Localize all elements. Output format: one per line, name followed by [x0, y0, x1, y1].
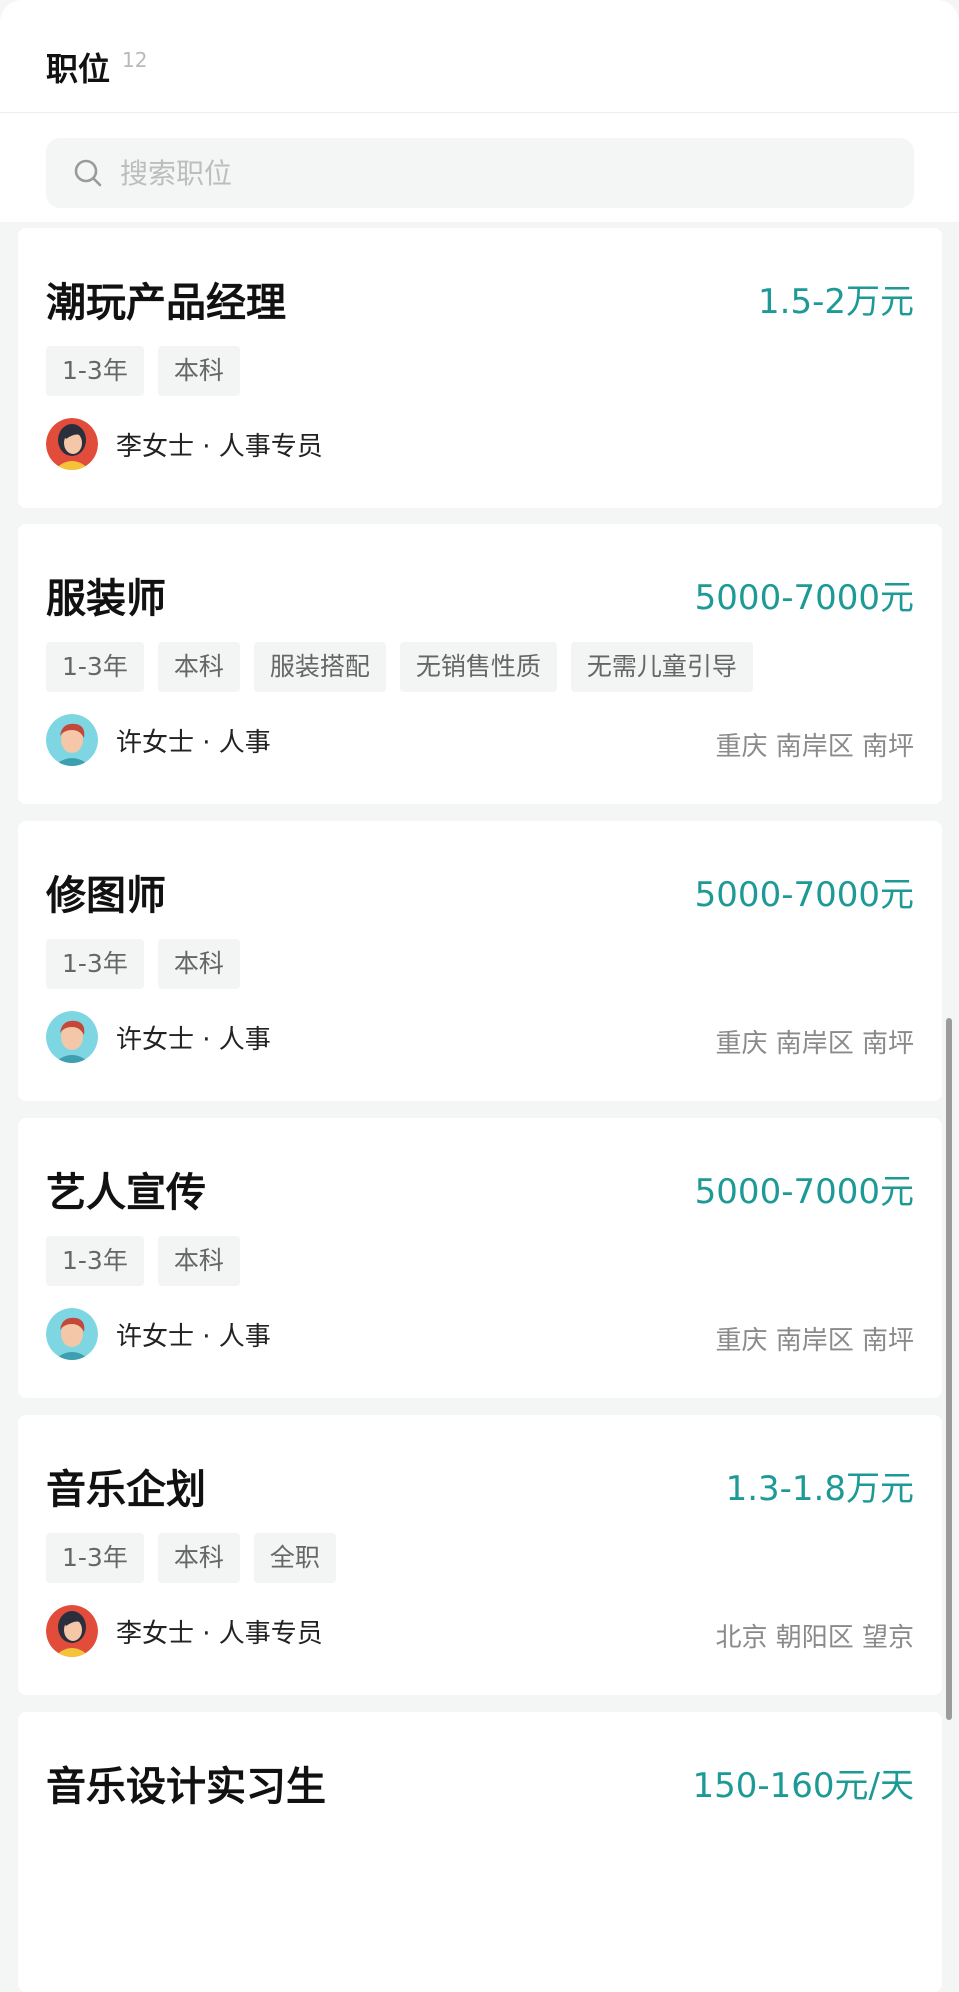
tag: 1-3年 [46, 1236, 144, 1286]
header: 职位 12 [0, 0, 959, 222]
tag-list: 1-3年 本科 全职 [46, 1533, 350, 1583]
job-title: 音乐设计实习生 [46, 1764, 326, 1810]
recruiter: 许女士 · 人事 [46, 714, 271, 766]
job-location: 重庆 南岸区 南坪 [715, 732, 914, 762]
recruiter-name: 李女士 · 人事专员 [116, 431, 323, 462]
search-input[interactable] [118, 155, 882, 191]
job-location: 重庆 南岸区 南坪 [715, 1029, 914, 1059]
tag: 无销售性质 [399, 642, 557, 692]
tag-list: 1-3年 本科 服装搭配 无销售性质 无需儿童引导 [46, 642, 767, 692]
job-title: 服装师 [46, 576, 166, 622]
tag: 无需儿童引导 [570, 642, 753, 692]
title-row: 职位 12 [46, 44, 147, 90]
job-title: 音乐企划 [46, 1467, 206, 1513]
job-card[interactable]: 艺人宣传 5000-7000元 1-3年 本科 许女士 · 人事 重庆 南岸区 … [18, 1118, 942, 1398]
tag: 1-3年 [46, 1533, 144, 1583]
tag-list: 1-3年 本科 [46, 1236, 254, 1286]
tag: 本科 [157, 939, 240, 989]
avatar-male-icon [46, 1308, 98, 1360]
tag: 1-3年 [46, 642, 144, 692]
avatar-male-icon [46, 714, 98, 766]
tag: 本科 [157, 1533, 240, 1583]
recruiter: 许女士 · 人事 [46, 1011, 271, 1063]
tag: 服装搭配 [253, 642, 386, 692]
search-icon [74, 159, 102, 187]
tag-list: 1-3年 本科 [46, 346, 254, 396]
recruiter: 李女士 · 人事专员 [46, 1605, 323, 1657]
tag: 本科 [157, 1236, 240, 1286]
recruiter-name: 许女士 · 人事 [116, 1024, 271, 1055]
avatar-female-icon [46, 418, 98, 470]
job-card[interactable]: 潮玩产品经理 1.5-2万元 1-3年 本科 李女士 · 人事专员 [18, 228, 942, 508]
job-location: 重庆 南岸区 南坪 [715, 1326, 914, 1356]
search-bar[interactable] [46, 138, 914, 208]
job-title: 艺人宣传 [46, 1170, 206, 1216]
page-title: 职位 [46, 50, 111, 88]
salary: 5000-7000元 [694, 578, 914, 618]
tag-list: 1-3年 本科 [46, 939, 254, 989]
recruiter: 李女士 · 人事专员 [46, 418, 323, 470]
tag: 1-3年 [46, 346, 144, 396]
job-card[interactable]: 修图师 5000-7000元 1-3年 本科 许女士 · 人事 重庆 南岸区 南… [18, 821, 942, 1101]
tag: 全职 [253, 1533, 336, 1583]
recruiter: 许女士 · 人事 [46, 1308, 271, 1360]
salary: 1.3-1.8万元 [725, 1469, 914, 1509]
job-card[interactable]: 音乐设计实习生 150-160元/天 [18, 1712, 942, 1992]
tag: 1-3年 [46, 939, 144, 989]
recruiter-name: 许女士 · 人事 [116, 727, 271, 758]
salary: 5000-7000元 [694, 1172, 914, 1212]
salary: 150-160元/天 [692, 1766, 914, 1806]
tag: 本科 [157, 346, 240, 396]
job-count: 12 [122, 48, 148, 72]
salary: 1.5-2万元 [758, 282, 914, 322]
salary: 5000-7000元 [694, 875, 914, 915]
avatar-male-icon [46, 1011, 98, 1063]
divider [0, 112, 959, 113]
avatar-female-icon [46, 1605, 98, 1657]
scrollbar[interactable] [946, 1018, 952, 1720]
recruiter-name: 李女士 · 人事专员 [116, 1618, 323, 1649]
job-card[interactable]: 服装师 5000-7000元 1-3年 本科 服装搭配 无销售性质 无需儿童引导… [18, 524, 942, 804]
job-title: 修图师 [46, 873, 166, 919]
job-location: 北京 朝阳区 望京 [715, 1623, 914, 1653]
job-title: 潮玩产品经理 [46, 280, 286, 326]
recruiter-name: 许女士 · 人事 [116, 1321, 271, 1352]
job-card[interactable]: 音乐企划 1.3-1.8万元 1-3年 本科 全职 李女士 · 人事专员 北京 … [18, 1415, 942, 1695]
tag: 本科 [157, 642, 240, 692]
